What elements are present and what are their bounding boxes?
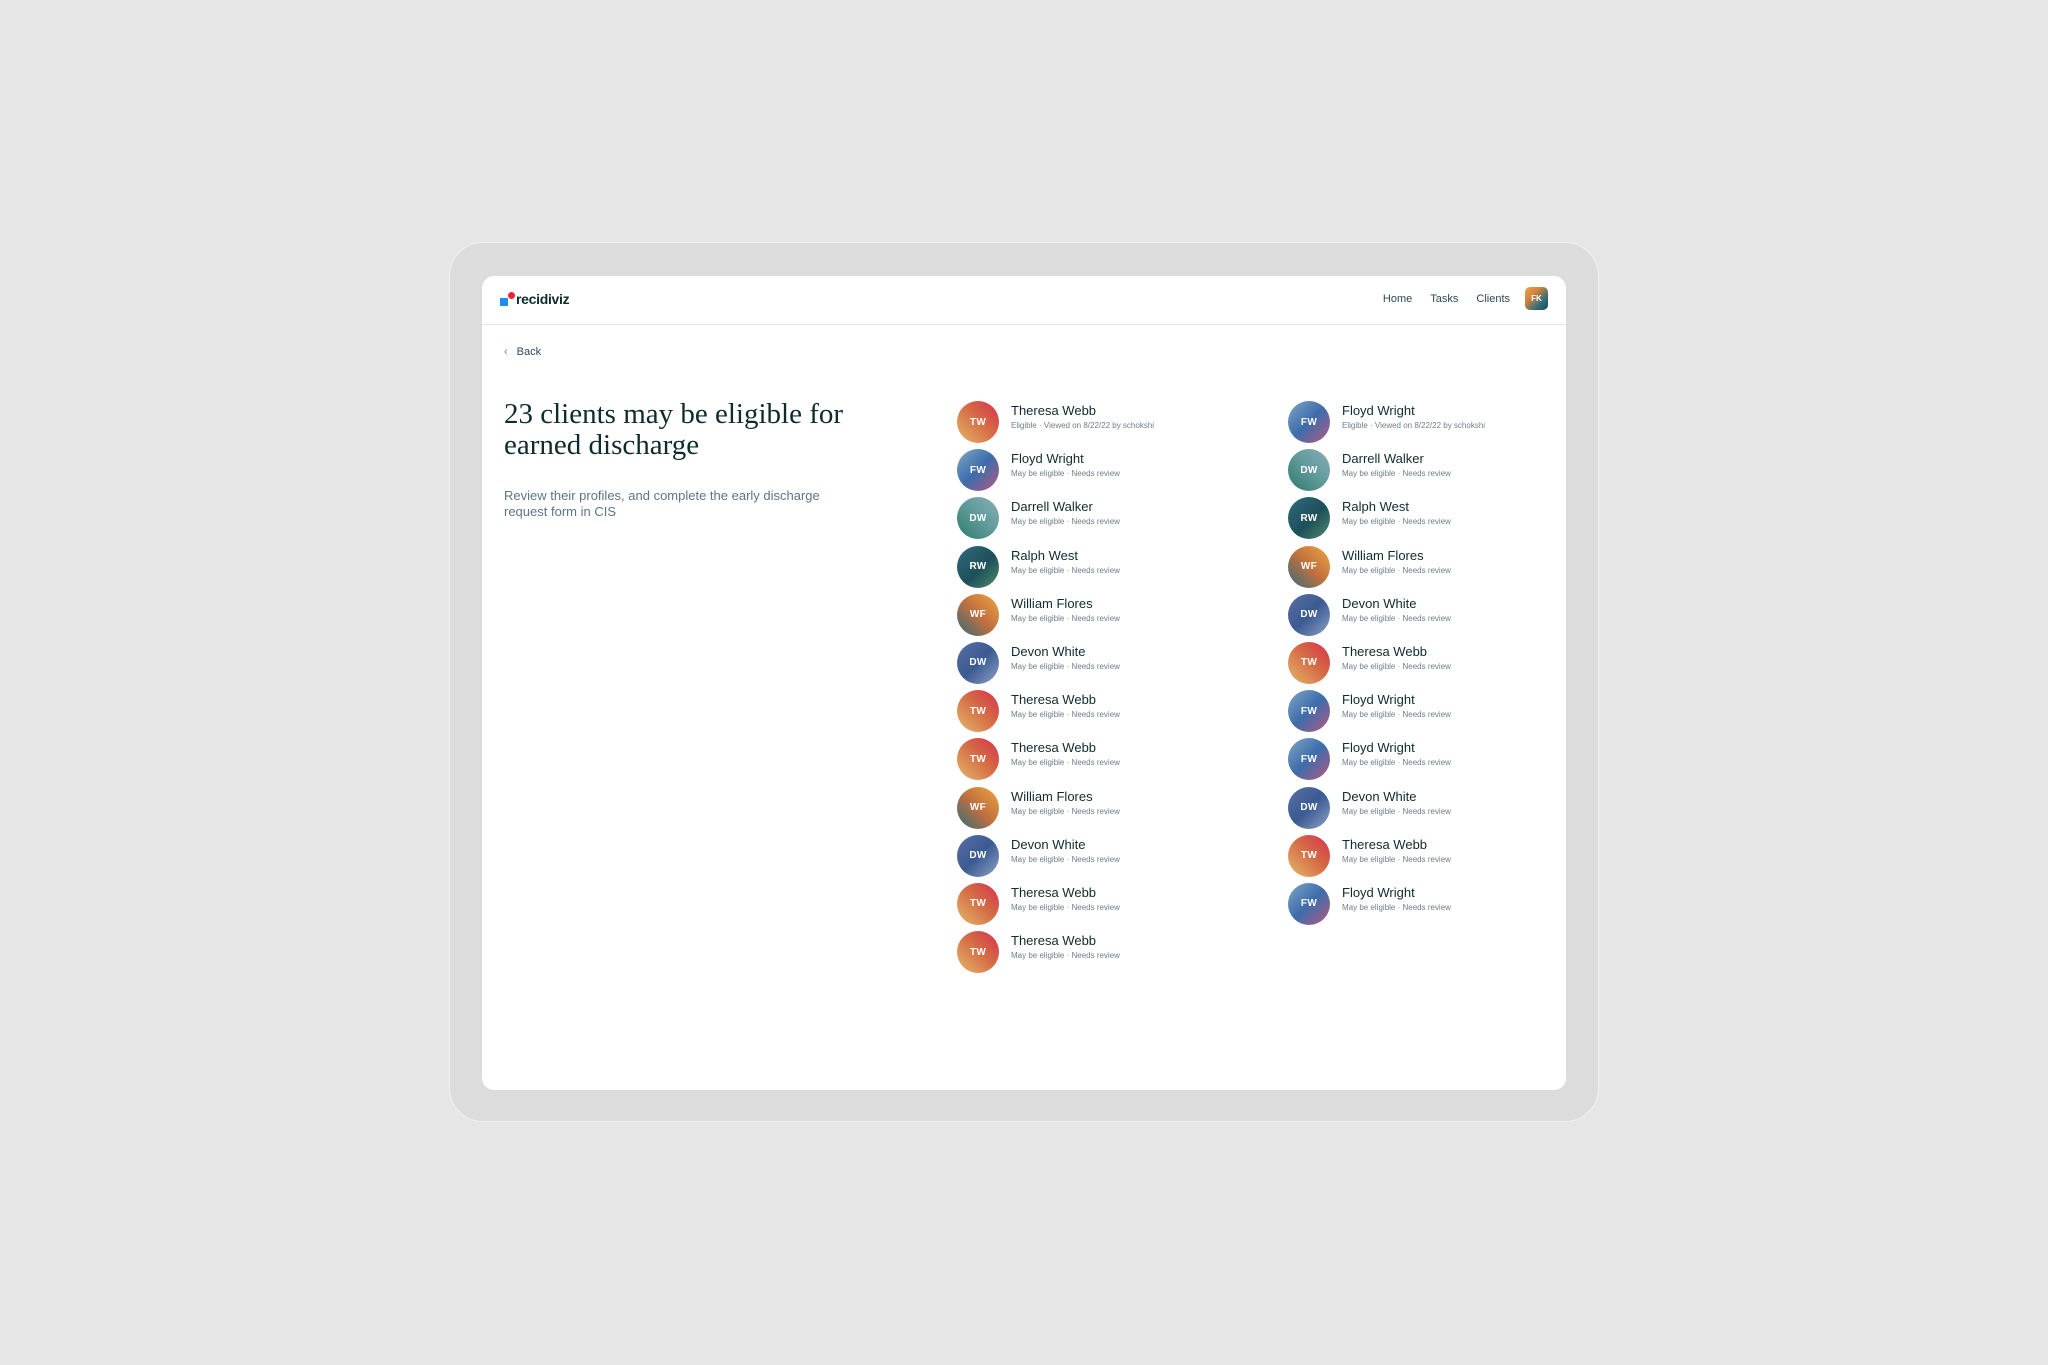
client-name: Devon White — [1342, 595, 1417, 611]
client-avatar: WF — [957, 593, 999, 636]
client-status: May be eligible · Needs review — [1342, 661, 1451, 671]
client-status: May be eligible · Needs review — [1342, 517, 1451, 527]
client-status: May be eligible · Needs review — [1342, 758, 1451, 768]
client-avatar: DW — [1288, 449, 1330, 492]
client-name: Floyd Wright — [1342, 884, 1415, 900]
client-name: Floyd Wright — [1011, 451, 1084, 467]
client-avatar: DW — [1288, 593, 1330, 636]
client-status: May be eligible · Needs review — [1342, 710, 1451, 720]
client-status: May be eligible · Needs review — [1342, 806, 1451, 816]
client-avatar: FW — [1288, 690, 1330, 733]
client-name: William Flores — [1342, 547, 1424, 563]
client-status: Eligible · Viewed on 8/22/22 by schokshi — [1011, 421, 1155, 430]
client-status: May be eligible · Needs review — [1011, 806, 1120, 816]
client-avatar: TW — [957, 882, 999, 925]
nav-tasks-link[interactable]: Tasks — [1430, 293, 1458, 305]
client-name: Theresa Webb — [1342, 836, 1428, 852]
client-avatar: TW — [957, 931, 999, 974]
main-nav: Home Tasks Clients FK — [1365, 287, 1548, 310]
client-status: May be eligible · Needs review — [1011, 758, 1120, 768]
client-avatar: TW — [957, 401, 999, 443]
client-avatar: FW — [1288, 401, 1330, 443]
client-name: Theresa Webb — [1011, 933, 1097, 949]
client-avatar: TW — [957, 738, 999, 781]
app-screen: recidiviz Home Tasks Clients FK ‹ Back 2… — [482, 276, 1566, 1090]
logo-mark-icon — [500, 289, 515, 309]
page-title: 23 clients may be eligible for earned di… — [504, 398, 844, 461]
client-name: Ralph West — [1011, 547, 1078, 563]
client-avatar: DW — [957, 497, 999, 540]
client-name: William Flores — [1011, 788, 1093, 804]
client-name: Ralph West — [1342, 499, 1409, 515]
client-avatar: TW — [957, 690, 999, 733]
recidiviz-logo[interactable]: recidiviz — [500, 289, 570, 309]
logo-text: recidiviz — [516, 291, 570, 307]
client-avatar: WF — [957, 786, 999, 829]
client-status: Eligible · Viewed on 8/22/22 by schokshi — [1342, 421, 1486, 430]
client-status: May be eligible · Needs review — [1342, 902, 1451, 912]
client-avatar: FW — [1288, 738, 1330, 781]
client-name: Theresa Webb — [1011, 884, 1097, 900]
client-status: May be eligible · Needs review — [1011, 613, 1120, 623]
client-name: Darrell Walker — [1342, 451, 1424, 467]
client-name: Floyd Wright — [1342, 692, 1415, 708]
client-avatar: FW — [957, 449, 999, 492]
client-name: Devon White — [1011, 836, 1086, 852]
client-name: Floyd Wright — [1342, 403, 1415, 418]
client-status: May be eligible · Needs review — [1342, 469, 1451, 479]
client-avatar: DW — [957, 834, 999, 877]
client-name: Theresa Webb — [1342, 643, 1428, 659]
client-status: May be eligible · Needs review — [1342, 565, 1451, 575]
top-navigation-bar: recidiviz Home Tasks Clients FK — [482, 276, 1566, 325]
client-avatar: FW — [1288, 882, 1330, 925]
client-name: Devon White — [1011, 643, 1086, 659]
client-status: May be eligible · Needs review — [1342, 854, 1451, 864]
nav-home-link[interactable]: Home — [1383, 293, 1412, 305]
client-avatar: DW — [957, 641, 999, 684]
client-name: Darrell Walker — [1011, 499, 1093, 515]
nav-clients-link[interactable]: Clients — [1476, 293, 1510, 305]
client-avatar: DW — [1288, 786, 1330, 829]
client-status: May be eligible · Needs review — [1011, 661, 1120, 671]
client-name: Floyd Wright — [1342, 740, 1415, 756]
client-avatar: RW — [957, 545, 999, 588]
client-status: May be eligible · Needs review — [1011, 710, 1120, 720]
client-name: Theresa Webb — [1011, 403, 1097, 418]
chevron-left-icon: ‹ — [504, 346, 508, 358]
client-status: May be eligible · Needs review — [1011, 902, 1120, 912]
client-status: May be eligible · Needs review — [1011, 469, 1120, 479]
client-status: May be eligible · Needs review — [1011, 517, 1120, 527]
client-avatar: WF — [1288, 545, 1330, 588]
client-name: Theresa Webb — [1011, 692, 1097, 708]
client-status: May be eligible · Needs review — [1342, 613, 1451, 623]
client-status: May be eligible · Needs review — [1011, 565, 1120, 575]
user-avatar[interactable]: FK — [1525, 287, 1548, 310]
page-description: Review their profiles, and complete the … — [504, 488, 820, 519]
client-status: May be eligible · Needs review — [1011, 854, 1120, 864]
client-avatar: TW — [1288, 641, 1330, 684]
client-name: Theresa Webb — [1011, 740, 1097, 756]
client-avatar: RW — [1288, 497, 1330, 540]
client-status: May be eligible · Needs review — [1011, 951, 1120, 961]
back-button[interactable]: ‹ Back — [504, 346, 541, 358]
back-label: Back — [516, 346, 542, 358]
client-name: William Flores — [1011, 595, 1093, 611]
client-avatar: TW — [1288, 834, 1330, 877]
client-name: Devon White — [1342, 788, 1417, 804]
